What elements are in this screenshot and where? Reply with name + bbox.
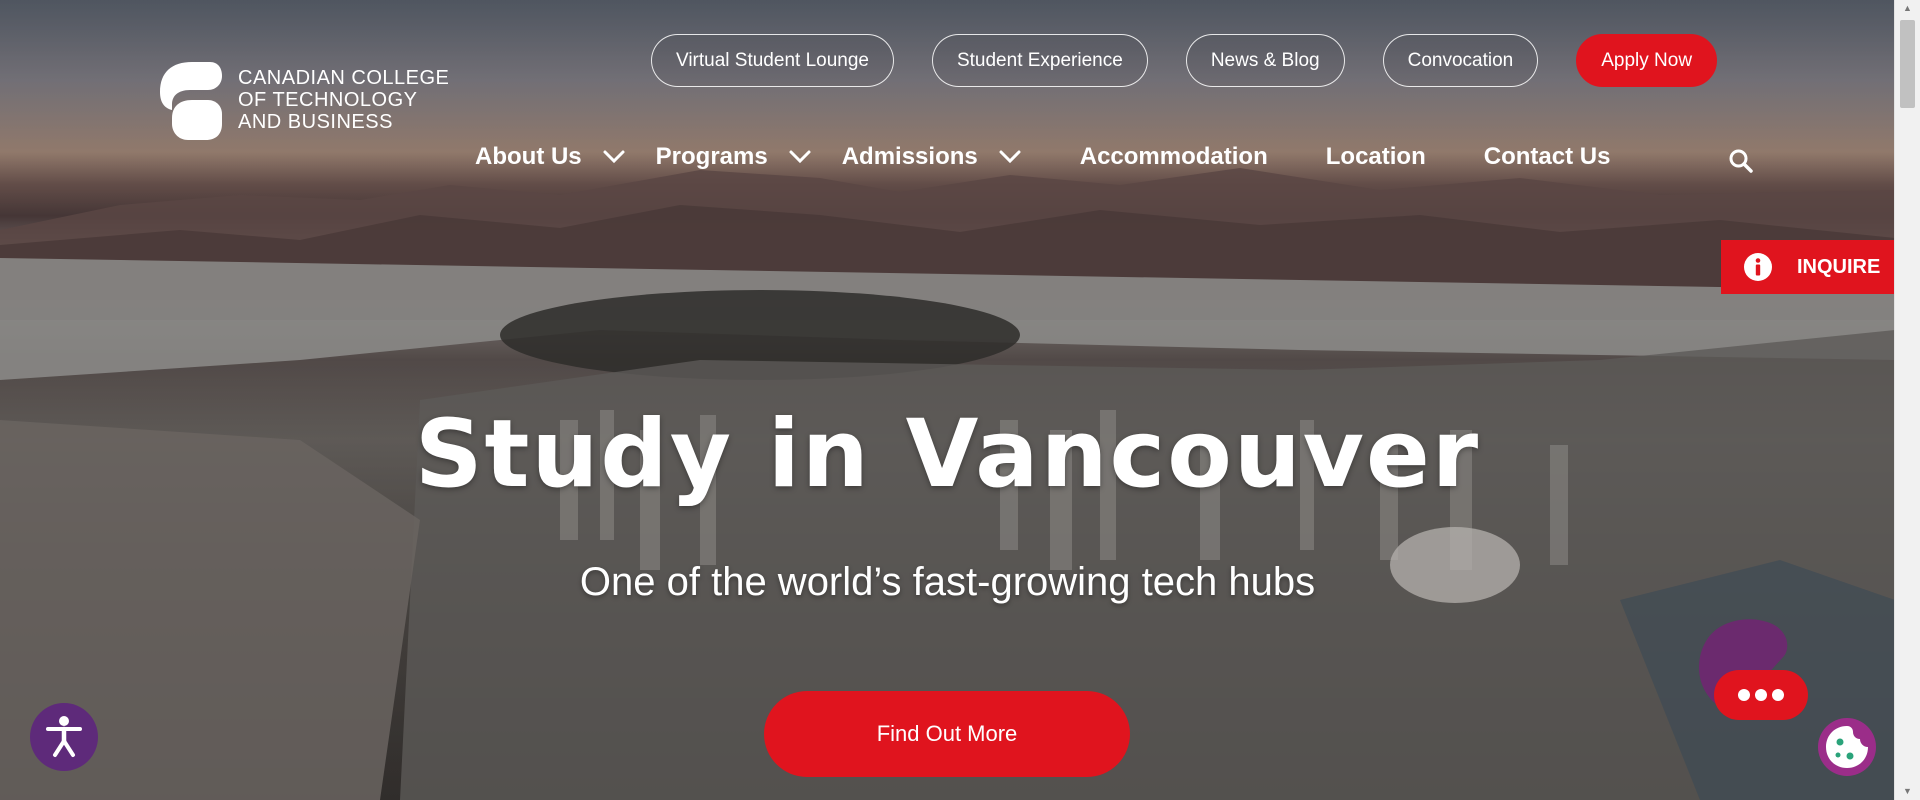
cookie-settings-button[interactable] xyxy=(1818,718,1876,776)
news-blog-link[interactable]: News & Blog xyxy=(1185,34,1345,87)
chevron-down-icon[interactable] xyxy=(998,149,1022,165)
nav-label-admissions: Admissions xyxy=(841,143,978,170)
nav-item-about-us[interactable]: About Us xyxy=(475,143,626,171)
nav-item-contact-us[interactable]: Contact Us xyxy=(1484,143,1611,171)
hero-subtitle: One of the world’s fast-growing tech hub… xyxy=(579,560,1316,604)
apply-now-button[interactable]: Apply Now xyxy=(1576,34,1718,87)
logo-line-3: AND BUSINESS xyxy=(238,111,393,133)
logo-text: CANADIAN COLLEGE OF TECHNOLOGY AND BUSIN… xyxy=(238,67,449,133)
nav-label-programs: Programs xyxy=(655,143,768,170)
nav-item-admissions[interactable]: Admissions xyxy=(842,143,1022,171)
search-icon[interactable] xyxy=(1728,148,1754,174)
scroll-down-icon[interactable]: ▼ xyxy=(1895,783,1920,800)
page-scrollbar[interactable]: ▲ ▼ xyxy=(1894,0,1920,800)
info-icon xyxy=(1744,253,1772,281)
chevron-down-icon[interactable] xyxy=(602,149,626,165)
nav-item-accommodation[interactable]: Accommodation xyxy=(1080,143,1268,171)
inquire-label: INQUIRE xyxy=(1797,255,1881,278)
convocation-link[interactable]: Convocation xyxy=(1382,34,1539,87)
accessibility-button[interactable] xyxy=(30,703,98,771)
accessibility-icon xyxy=(46,716,82,757)
chat-icon[interactable] xyxy=(1686,608,1810,728)
nav-item-location[interactable]: Location xyxy=(1326,143,1426,171)
nav-item-programs[interactable]: Programs xyxy=(656,143,812,171)
top-links: Virtual Student Lounge Student Experienc… xyxy=(651,34,1718,87)
scroll-thumb[interactable] xyxy=(1900,20,1915,108)
logo-line-2: OF TECHNOLOGY xyxy=(238,89,418,111)
student-experience-link[interactable]: Student Experience xyxy=(931,34,1148,87)
college-logo[interactable]: CANADIAN COLLEGE OF TECHNOLOGY AND BUSIN… xyxy=(150,58,449,142)
main-nav: About Us Programs Admissions Accommodati… xyxy=(475,143,1610,171)
nav-label-about-us: About Us xyxy=(475,143,582,170)
hero-title: Study in Vancouver xyxy=(414,400,1481,509)
inquire-button[interactable]: INQUIRE xyxy=(1721,240,1895,294)
logo-mark-icon xyxy=(160,62,222,140)
logo-line-1: CANADIAN COLLEGE xyxy=(238,67,450,89)
virtual-student-lounge-link[interactable]: Virtual Student Lounge xyxy=(651,34,894,87)
chevron-down-icon[interactable] xyxy=(788,149,812,165)
find-out-more-button[interactable]: Find Out More xyxy=(764,691,1130,777)
scroll-up-icon[interactable]: ▲ xyxy=(1895,0,1920,17)
cookie-icon xyxy=(1826,726,1868,768)
